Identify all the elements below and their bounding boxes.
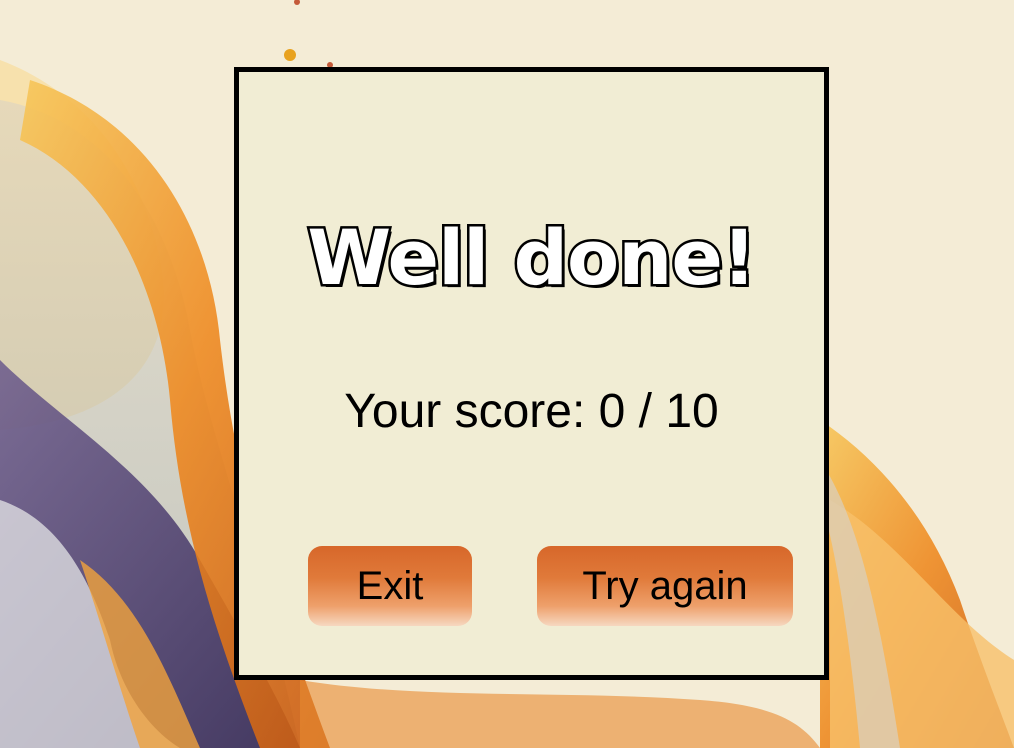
result-dialog: Well done! Your score: 0 / 10 Exit Try a… [234, 67, 829, 680]
dialog-title: Well done! [305, 213, 759, 302]
try-again-button[interactable]: Try again [537, 546, 793, 626]
exit-button[interactable]: Exit [308, 546, 472, 626]
score-text: Your score: 0 / 10 [344, 385, 719, 438]
